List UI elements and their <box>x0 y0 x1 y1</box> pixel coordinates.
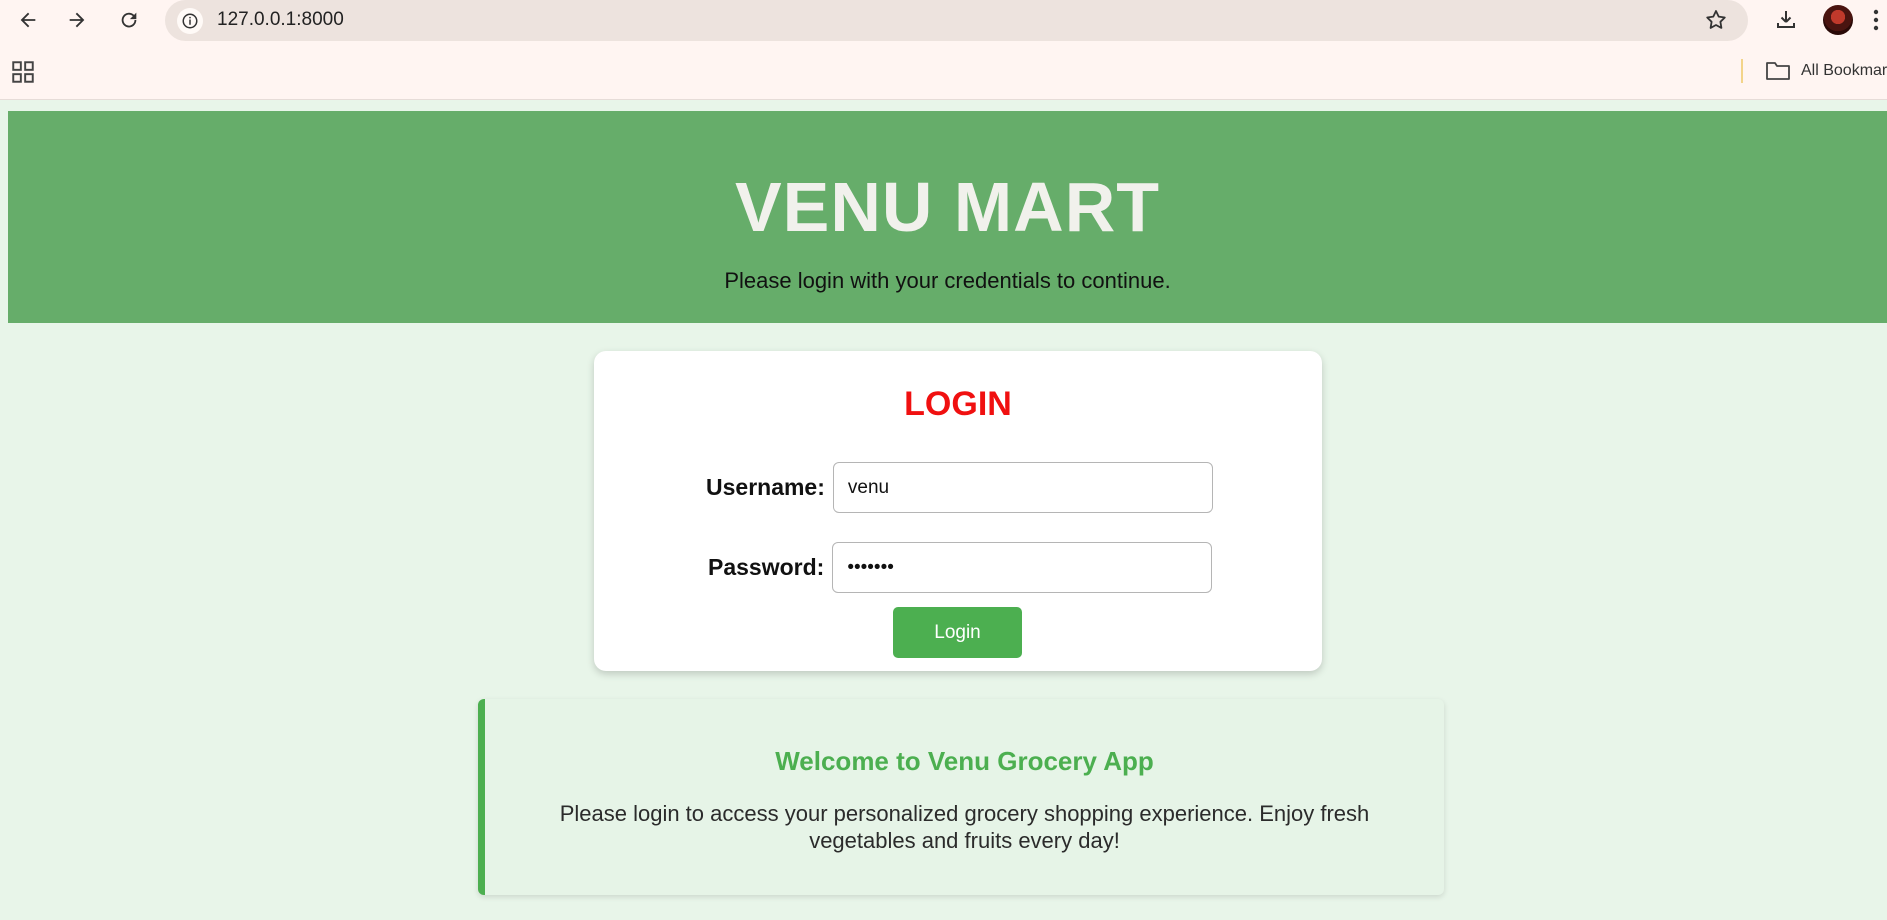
browser-toolbar: 127.0.0.1:8000 <box>0 0 1887 41</box>
login-card: LOGIN Username: Password: Login <box>594 351 1322 671</box>
username-label: Username: <box>706 474 825 500</box>
password-input[interactable] <box>832 542 1213 593</box>
bookmarks-bar: All Bookmarks <box>0 41 1887 100</box>
apps-grid-icon[interactable] <box>10 59 36 85</box>
profile-avatar[interactable] <box>1823 5 1853 35</box>
back-arrow-icon[interactable] <box>12 4 44 36</box>
welcome-box: Welcome to Venu Grocery App Please login… <box>478 699 1444 895</box>
login-button[interactable]: Login <box>893 607 1022 658</box>
site-info-icon[interactable] <box>177 8 203 34</box>
welcome-text: Please login to access your personalized… <box>559 801 1370 853</box>
forward-arrow-icon[interactable] <box>61 4 93 36</box>
login-title: LOGIN <box>904 385 1012 423</box>
welcome-title: Welcome to Venu Grocery App <box>775 746 1154 776</box>
site-title: VENU MART <box>734 168 1161 246</box>
download-icon[interactable] <box>1770 4 1802 36</box>
username-input[interactable] <box>832 462 1213 513</box>
password-row: Password: <box>708 542 1213 593</box>
address-bar[interactable]: 127.0.0.1:8000 <box>165 0 1748 41</box>
url-text[interactable]: 127.0.0.1:8000 <box>217 9 344 31</box>
all-bookmarks-folder[interactable]: All Bookmarks <box>1765 57 1887 85</box>
password-label: Password: <box>708 554 825 580</box>
all-bookmarks-label: All Bookmarks <box>1801 62 1887 79</box>
username-row: Username: <box>706 462 1213 513</box>
star-icon[interactable] <box>1704 8 1728 37</box>
hero-subtitle: Please login with your credentials to co… <box>724 268 1171 293</box>
folder-icon <box>1766 62 1790 80</box>
hero-banner: VENU MART Please login with your credent… <box>8 111 1887 323</box>
bookmarks-divider <box>1741 59 1743 83</box>
menu-dots-icon[interactable] <box>1866 4 1886 36</box>
reload-icon[interactable] <box>113 4 145 36</box>
